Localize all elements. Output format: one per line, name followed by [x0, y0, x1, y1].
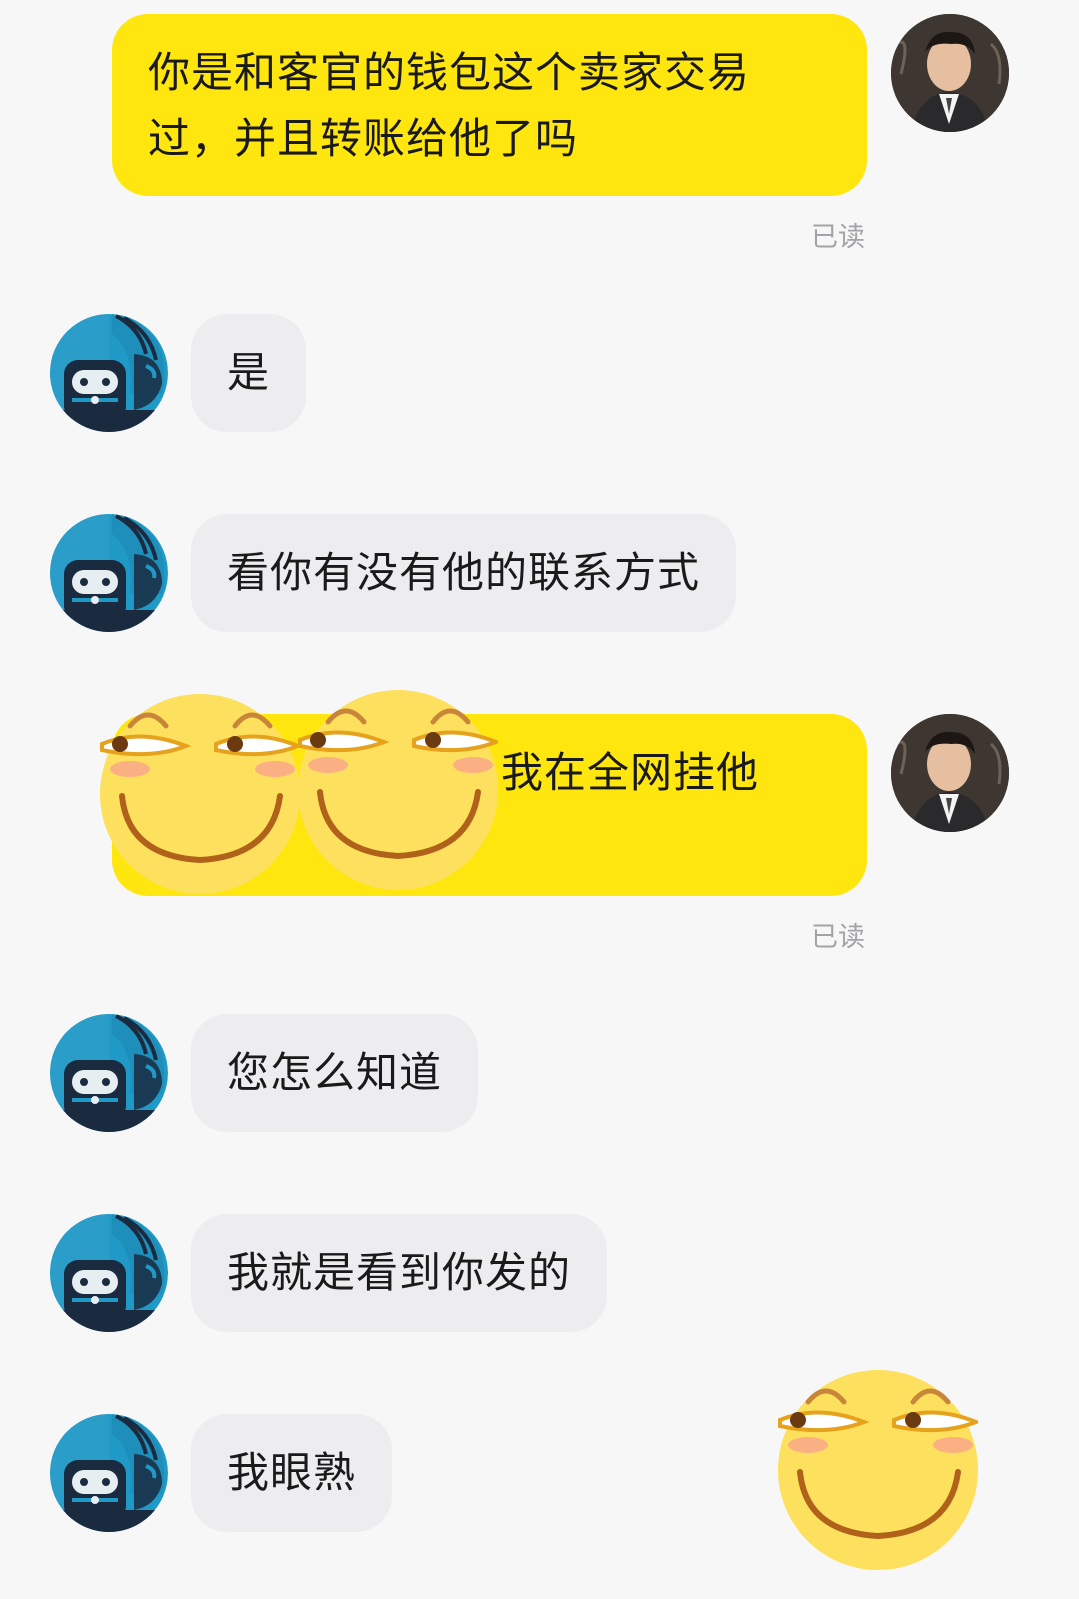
contact-avatar[interactable] — [50, 514, 168, 632]
contact-message-bubble[interactable]: 我眼熟 — [191, 1414, 393, 1532]
contact-avatar[interactable] — [50, 314, 168, 432]
message-text: 我在全网挂他 — [500, 748, 759, 797]
contact-avatar[interactable] — [50, 1414, 168, 1532]
message-text: 你是和客官的钱包这个卖家交易过，并且转账给他了吗 — [148, 48, 751, 163]
smirk-emoji-icon — [778, 1360, 978, 1570]
read-status: 已读 — [811, 922, 865, 953]
contact-message-bubble[interactable]: 我就是看到你发的 — [191, 1214, 608, 1332]
message-text: 我就是看到你发的 — [227, 1248, 572, 1297]
message-text: 我眼熟 — [227, 1448, 357, 1497]
read-status: 已读 — [811, 222, 865, 253]
self-message-bubble[interactable]: 你是和客官的钱包这个卖家交易过，并且转账给他了吗 — [112, 14, 867, 196]
smirk-emoji-icon — [298, 680, 498, 890]
contact-message-bubble[interactable]: 是 — [191, 314, 307, 432]
smirk-emoji-icon — [100, 684, 300, 894]
message-text: 您怎么知道 — [227, 1048, 443, 1097]
contact-avatar[interactable] — [50, 1014, 168, 1132]
message-text: 看你有没有他的联系方式 — [227, 548, 701, 597]
contact-avatar[interactable] — [50, 1214, 168, 1332]
self-avatar[interactable] — [891, 714, 1009, 832]
contact-message-bubble[interactable]: 您怎么知道 — [191, 1014, 479, 1132]
contact-message-bubble[interactable]: 看你有没有他的联系方式 — [191, 514, 737, 632]
self-avatar[interactable] — [891, 14, 1009, 132]
message-text: 是 — [227, 348, 271, 397]
